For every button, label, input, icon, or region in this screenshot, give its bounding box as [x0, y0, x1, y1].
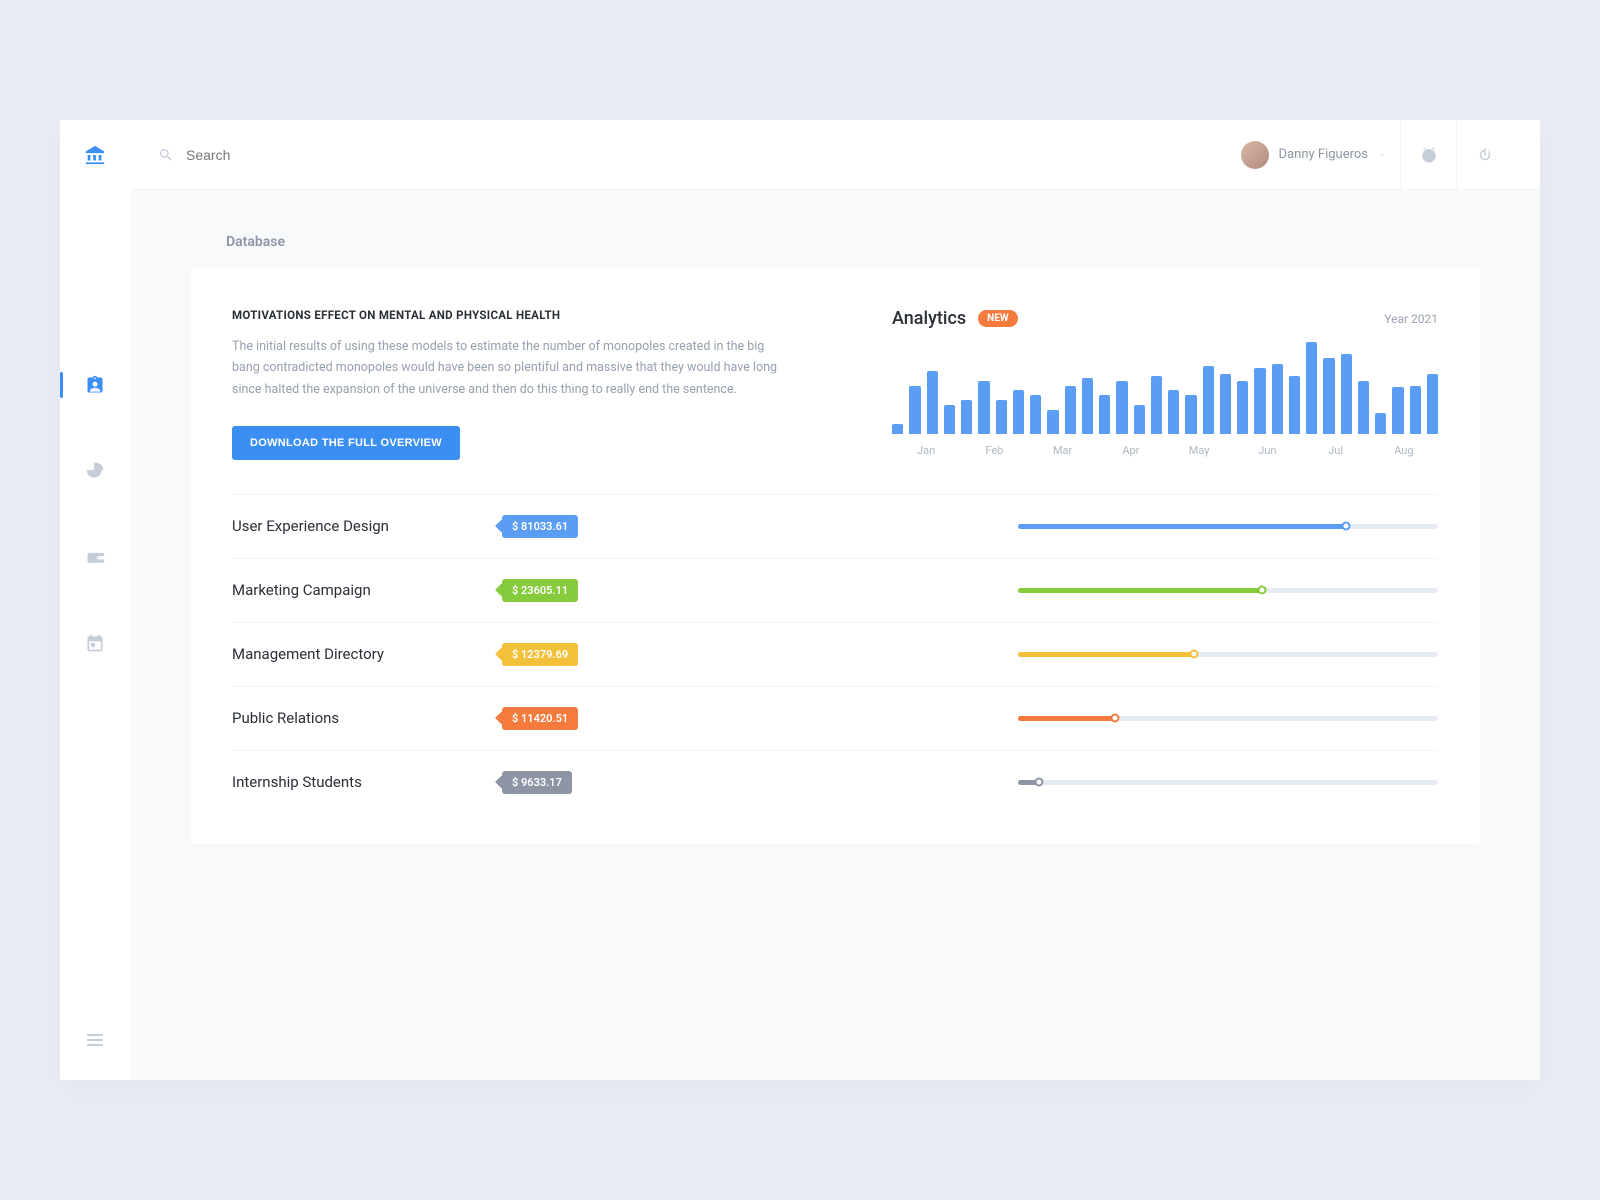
- month-label: Mar: [1029, 444, 1097, 457]
- chart-bar: [1203, 366, 1214, 434]
- budget-row: Internship Students $ 9633.17: [232, 750, 1438, 814]
- analytics-panel: Analytics NEW Year 2021 JanFebMarAprMayJ…: [892, 308, 1438, 460]
- chart-bar: [1254, 368, 1265, 434]
- overview-panel: MOTIVATIONS EFFECT ON MENTAL AND PHYSICA…: [232, 308, 832, 460]
- avatar: [1241, 141, 1269, 169]
- row-label: Public Relations: [232, 709, 492, 727]
- chart-bar: [1306, 342, 1317, 434]
- sidebar-item-analytics[interactable]: [60, 436, 130, 506]
- budget-row: User Experience Design $ 81033.61: [232, 494, 1438, 558]
- chart-bar: [996, 400, 1007, 434]
- budget-row: Public Relations $ 11420.51: [232, 686, 1438, 750]
- chart-bar: [1358, 381, 1369, 434]
- chart-bar: [892, 424, 903, 434]
- chart-bar: [1427, 374, 1438, 434]
- analytics-year: Year 2021: [1384, 312, 1438, 326]
- topbar: Danny Figueros: [130, 120, 1540, 190]
- chart-bar: [1220, 374, 1231, 434]
- month-label: May: [1165, 444, 1233, 457]
- user-name: Danny Figueros: [1279, 147, 1368, 162]
- analytics-chart: [892, 337, 1438, 434]
- chart-bar: [1185, 395, 1196, 434]
- chart-bar: [1272, 364, 1283, 434]
- amount-tag: $ 23605.11: [502, 579, 578, 602]
- month-label: Feb: [960, 444, 1028, 457]
- chart-bar: [1341, 354, 1352, 434]
- budget-row: Marketing Campaign $ 23605.11: [232, 558, 1438, 622]
- user-menu[interactable]: Danny Figueros: [1241, 141, 1400, 169]
- month-label: Jan: [892, 444, 960, 457]
- chart-bar: [944, 405, 955, 434]
- progress-track[interactable]: [1018, 588, 1438, 593]
- budget-rows: User Experience Design $ 81033.61 Marketin…: [232, 494, 1438, 814]
- menu-toggle-icon[interactable]: [87, 1034, 103, 1046]
- sidebar-item-wallet[interactable]: [60, 522, 130, 592]
- chart-bar: [1030, 395, 1041, 434]
- chart-bar: [909, 386, 920, 435]
- chart-bar: [1289, 376, 1300, 434]
- progress-track[interactable]: [1018, 524, 1438, 529]
- month-label: Jul: [1302, 444, 1370, 457]
- analytics-x-axis: JanFebMarAprMayJunJulAug: [892, 444, 1438, 457]
- amount-tag: $ 9633.17: [502, 771, 572, 794]
- chart-bar: [1151, 376, 1162, 434]
- chart-bar: [927, 371, 938, 434]
- power-button[interactable]: [1456, 120, 1512, 190]
- main-card: MOTIVATIONS EFFECT ON MENTAL AND PHYSICA…: [190, 268, 1480, 844]
- chart-bar: [1237, 381, 1248, 434]
- chart-bar: [1392, 387, 1403, 434]
- page-title: Database: [226, 234, 1480, 250]
- chart-bar: [1047, 410, 1058, 434]
- chart-bar: [1410, 386, 1421, 435]
- row-label: Marketing Campaign: [232, 581, 492, 599]
- sidebar: [60, 120, 130, 1080]
- bank-logo-icon: [84, 144, 106, 170]
- overview-title: MOTIVATIONS EFFECT ON MENTAL AND PHYSICA…: [232, 308, 832, 322]
- amount-tag: $ 12379.69: [502, 643, 578, 666]
- chart-bar: [1168, 390, 1179, 434]
- chart-bar: [1099, 395, 1110, 434]
- month-label: Aug: [1370, 444, 1438, 457]
- chart-bar: [1323, 358, 1334, 434]
- chart-bar: [1134, 405, 1145, 434]
- amount-tag: $ 81033.61: [502, 515, 578, 538]
- row-label: Management Directory: [232, 645, 492, 663]
- overview-body: The initial results of using these model…: [232, 336, 792, 400]
- month-label: Apr: [1097, 444, 1165, 457]
- sidebar-item-contacts[interactable]: [60, 350, 130, 420]
- chart-bar: [961, 400, 972, 434]
- alarm-add-button[interactable]: [1400, 120, 1456, 190]
- chart-bar: [1082, 378, 1093, 434]
- budget-row: Management Directory $ 12379.69: [232, 622, 1438, 686]
- chevron-down-icon: [1378, 151, 1386, 159]
- search-icon: [158, 147, 174, 163]
- progress-track[interactable]: [1018, 652, 1438, 657]
- month-label: Jun: [1233, 444, 1301, 457]
- progress-track[interactable]: [1018, 780, 1438, 785]
- amount-tag: $ 11420.51: [502, 707, 578, 730]
- download-overview-button[interactable]: DOWNLOAD THE FULL OVERVIEW: [232, 426, 460, 460]
- new-badge: NEW: [978, 310, 1017, 327]
- chart-bar: [1375, 413, 1386, 434]
- chart-bar: [978, 381, 989, 434]
- row-label: Internship Students: [232, 773, 492, 791]
- analytics-title: Analytics: [892, 308, 966, 329]
- chart-bar: [1116, 381, 1127, 434]
- chart-bar: [1013, 390, 1024, 434]
- progress-track[interactable]: [1018, 716, 1438, 721]
- search-input[interactable]: [186, 147, 486, 163]
- chart-bar: [1065, 386, 1076, 435]
- search-wrap: [158, 147, 486, 163]
- sidebar-item-calendar[interactable]: [60, 608, 130, 678]
- row-label: User Experience Design: [232, 517, 492, 535]
